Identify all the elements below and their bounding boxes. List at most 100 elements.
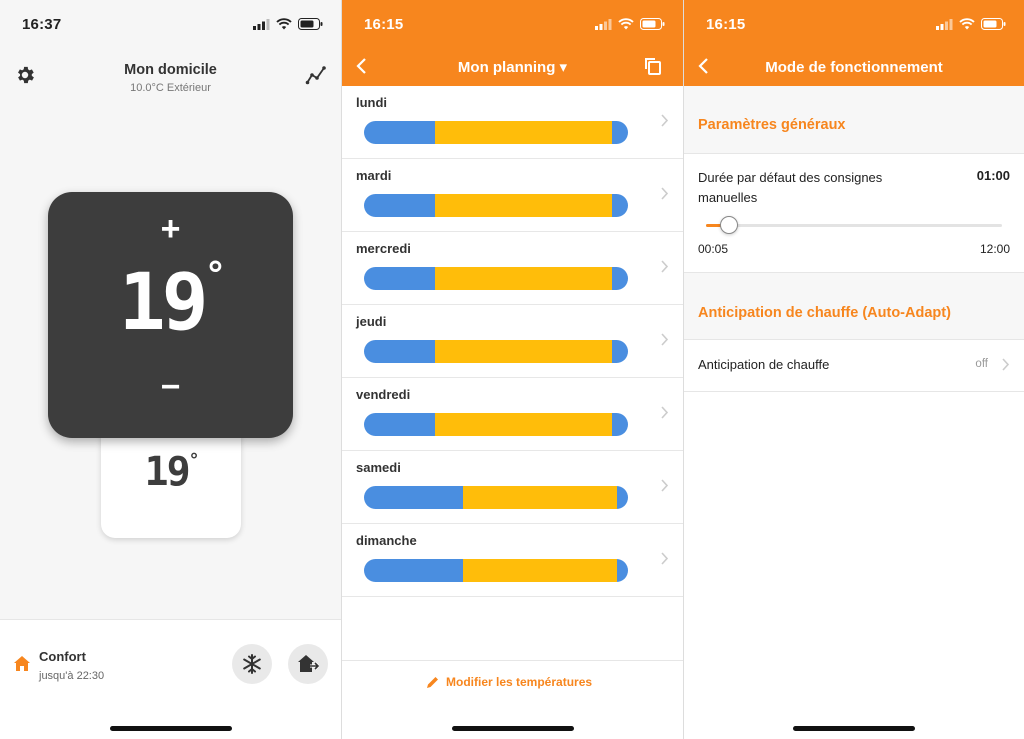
mode-navbar: Mode de fonctionnement xyxy=(684,48,1024,86)
day-row-dimanche[interactable]: dimanche xyxy=(342,524,683,597)
battery-icon xyxy=(640,18,665,30)
chevron-right-icon xyxy=(660,478,669,498)
home-indicator xyxy=(793,726,915,731)
default-duration-value: 01:00 xyxy=(976,168,1010,183)
gear-icon[interactable] xyxy=(14,64,36,91)
anticipation-label: Anticipation de chauffe xyxy=(698,357,830,372)
thermostat-display: + 19° − xyxy=(48,192,293,438)
house-away-icon xyxy=(298,655,319,672)
schedule-bar xyxy=(364,121,628,144)
home-screen: 16:37 Mon domicile 10.0°C Extérieur 19° … xyxy=(0,0,341,739)
status-icons xyxy=(595,18,665,30)
wifi-icon xyxy=(276,18,292,30)
day-label: mercredi xyxy=(356,241,411,256)
snowflake-icon xyxy=(243,654,261,674)
chevron-right-icon xyxy=(1001,357,1010,377)
current-temperature: 19° xyxy=(101,449,241,495)
signal-icon xyxy=(595,18,612,30)
schedule-bar xyxy=(364,340,628,363)
status-bar: 16:15 xyxy=(684,0,1024,48)
decrease-button[interactable]: − xyxy=(48,368,293,407)
day-row-samedi[interactable]: samedi xyxy=(342,451,683,524)
chevron-right-icon xyxy=(660,186,669,206)
day-label: jeudi xyxy=(356,314,387,329)
battery-icon xyxy=(981,18,1006,30)
duration-slider[interactable] xyxy=(706,216,1002,234)
frost-guard-button[interactable] xyxy=(232,644,272,684)
slider-thumb[interactable] xyxy=(719,216,738,234)
status-time: 16:15 xyxy=(706,15,746,33)
home-icon xyxy=(13,655,31,677)
chevron-right-icon xyxy=(660,551,669,571)
mode-name: Confort xyxy=(39,649,86,664)
anticipation-row[interactable]: Anticipation de chauffe off xyxy=(684,340,1024,391)
day-label: samedi xyxy=(356,460,401,475)
signal-icon xyxy=(253,18,270,30)
back-button[interactable] xyxy=(696,56,710,81)
day-row-lundi[interactable]: lundi xyxy=(342,86,683,159)
planning-screen: 16:15 Mon planning ▾ lundi mardi mercredi j… xyxy=(341,0,683,739)
signal-icon xyxy=(936,18,953,30)
day-label: vendredi xyxy=(356,387,411,402)
edit-temperatures-label: Modifier les températures xyxy=(446,675,593,689)
day-label: lundi xyxy=(356,95,388,110)
status-icons xyxy=(253,18,323,30)
current-temp-value: 19 xyxy=(144,449,190,495)
day-list: lundi mardi mercredi jeudi vendredi samedi dim… xyxy=(342,86,683,597)
comfort-segment xyxy=(435,340,613,363)
wifi-icon xyxy=(618,18,634,30)
chevron-right-icon xyxy=(660,405,669,425)
home-indicator xyxy=(109,726,232,731)
chevron-left-icon xyxy=(356,58,366,74)
graph-icon[interactable] xyxy=(305,64,327,91)
comfort-segment xyxy=(435,413,613,436)
day-row-mardi[interactable]: mardi xyxy=(342,159,683,232)
day-row-jeudi[interactable]: jeudi xyxy=(342,305,683,378)
status-bar: 16:15 xyxy=(342,0,683,48)
edit-temperatures-button[interactable]: Modifier les températures xyxy=(426,675,592,689)
comfort-segment xyxy=(463,486,618,509)
status-time: 16:37 xyxy=(22,15,62,33)
anticipation-value: off xyxy=(975,358,988,370)
default-duration-label: Durée par défaut des consignes manuelles xyxy=(698,170,883,205)
planning-title[interactable]: Mon planning ▾ xyxy=(458,58,567,76)
schedule-bar xyxy=(364,194,628,217)
home-indicator xyxy=(451,726,574,731)
day-label: dimanche xyxy=(356,533,417,548)
chevron-right-icon xyxy=(660,259,669,279)
divider xyxy=(684,391,1024,392)
chevron-right-icon xyxy=(660,113,669,133)
status-time: 16:15 xyxy=(364,15,404,33)
app-screens: 16:37 Mon domicile 10.0°C Extérieur 19° … xyxy=(0,0,1024,739)
outdoor-temp: 10.0°C Extérieur xyxy=(130,82,211,94)
schedule-bar xyxy=(364,559,628,582)
schedule-bar xyxy=(364,486,628,509)
comfort-segment xyxy=(463,559,618,582)
copy-icon xyxy=(645,58,661,75)
mode-footer: Confort jusqu'à 22:30 xyxy=(0,619,341,739)
setpoint-temperature: 19° xyxy=(48,258,293,343)
valve-body: 19° xyxy=(101,428,241,538)
section-anticipation-title: Anticipation de chauffe (Auto-Adapt) xyxy=(698,305,951,321)
day-row-vendredi[interactable]: vendredi xyxy=(342,378,683,451)
divider xyxy=(684,153,1024,154)
planning-navbar: Mon planning ▾ xyxy=(342,48,683,86)
slider-max-label: 12:00 xyxy=(979,242,1010,256)
mode-until: jusqu'à 22:30 xyxy=(39,670,105,682)
comfort-segment xyxy=(435,194,613,217)
battery-icon xyxy=(298,18,323,30)
comfort-segment xyxy=(435,267,613,290)
home-title: Mon domicile xyxy=(124,62,217,78)
operating-mode-screen: 16:15 Mode de fonctionnement Paramètres … xyxy=(683,0,1024,739)
comfort-segment xyxy=(435,121,613,144)
copy-button[interactable] xyxy=(643,56,663,81)
day-row-mercredi[interactable]: mercredi xyxy=(342,232,683,305)
section-general-title: Paramètres généraux xyxy=(698,117,846,133)
back-button[interactable] xyxy=(354,56,368,81)
mode-title: Mode de fonctionnement xyxy=(765,58,943,76)
away-mode-button[interactable] xyxy=(288,644,328,684)
setpoint-unit: ° xyxy=(204,255,227,296)
schedule-bar xyxy=(364,413,628,436)
increase-button[interactable]: + xyxy=(48,210,293,249)
chevron-right-icon xyxy=(660,332,669,352)
